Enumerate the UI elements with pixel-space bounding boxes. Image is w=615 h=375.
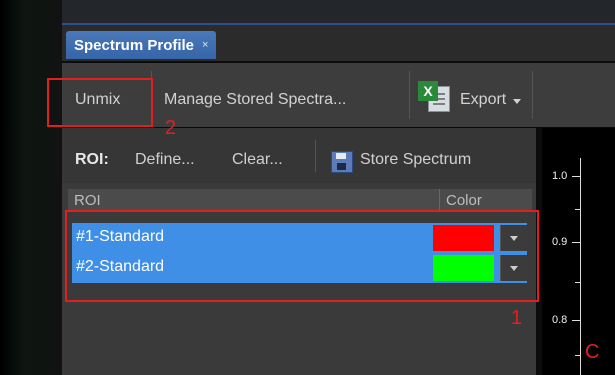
- annotation-box-1: [65, 210, 539, 302]
- roi-label: ROI:: [75, 151, 109, 168]
- roi-toolbar: ROI: Define... Clear... Store Spectrum: [62, 128, 536, 183]
- tab-spectrum-profile[interactable]: Spectrum Profile ×: [66, 31, 217, 59]
- store-spectrum-button[interactable]: Store Spectrum: [360, 151, 471, 169]
- top-band: [62, 0, 615, 25]
- annotation-label-1: 1: [511, 307, 523, 329]
- export-button[interactable]: Export: [460, 91, 506, 109]
- excel-icon[interactable]: X: [418, 81, 450, 113]
- spectrum-plot: 1.0 0.9 0.8: [542, 128, 615, 375]
- chevron-down-icon[interactable]: [513, 99, 521, 104]
- y-tick-label: 1.0: [552, 170, 568, 182]
- y-tick-label: 0.9: [552, 236, 568, 248]
- y-axis: [580, 158, 581, 375]
- column-header-color[interactable]: Color: [446, 192, 482, 209]
- column-header-roi[interactable]: ROI: [74, 192, 101, 209]
- annotation-label-2: 2: [165, 117, 177, 139]
- toolbar-divider: [532, 71, 533, 119]
- toolbar-divider: [315, 140, 316, 172]
- y-tick-label: 0.8: [552, 314, 568, 326]
- annotation-box-2: [47, 78, 153, 127]
- tab-bar: Spectrum Profile ×: [62, 25, 615, 61]
- tab-title: Spectrum Profile: [74, 36, 195, 54]
- toolbar-divider: [409, 71, 410, 119]
- manage-stored-spectra-button[interactable]: Manage Stored Spectra...: [164, 91, 346, 109]
- annotation-label-c: C: [585, 341, 600, 363]
- close-icon[interactable]: ×: [202, 39, 208, 51]
- define-roi-button[interactable]: Define...: [135, 151, 195, 169]
- save-icon[interactable]: [331, 151, 353, 173]
- clear-roi-button[interactable]: Clear...: [232, 151, 283, 169]
- left-image-strip: [0, 0, 62, 375]
- table-header: ROI Color: [68, 189, 532, 211]
